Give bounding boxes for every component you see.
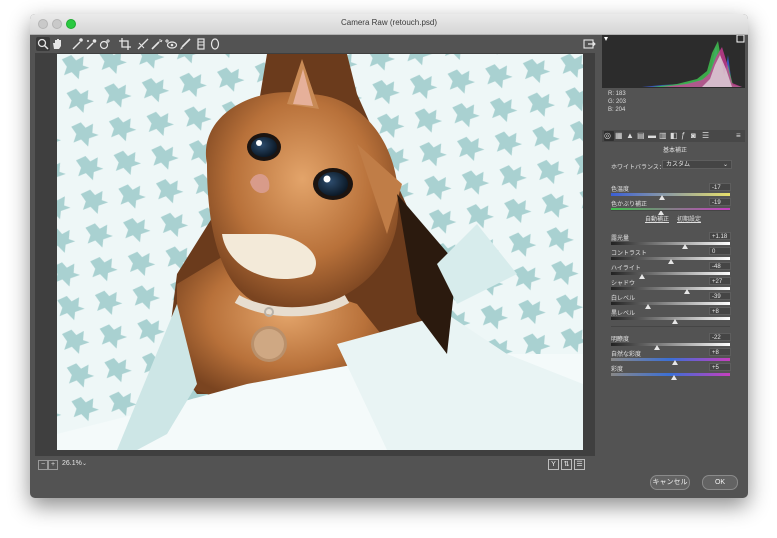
slider-thumb[interactable] [645,304,651,309]
default-link[interactable]: 初期設定 [677,214,701,223]
chevron-down-icon: ⌄ [722,162,728,168]
camera-raw-window: Camera Raw (retouch.psd) − + 26.1% ⌄ Y ⇅… [30,14,748,498]
tab-hsl-icon[interactable]: ▤ [637,131,645,141]
white-balance-select[interactable]: カスタム ⌄ [662,160,732,169]
before-after-button[interactable]: ⇅ [561,459,572,470]
tab-presets-icon[interactable]: ☰ [702,131,709,141]
slider-value-field[interactable]: -39 [709,292,731,300]
window-title: Camera Raw (retouch.psd) [340,18,438,27]
title-bar: Camera Raw (retouch.psd) [30,14,748,35]
view-settings-button[interactable]: ☰ [574,459,585,470]
adjustment-panel: R: 183 G: 203 B: 204 ◎ ▦ ▲ ▤ ▬ ▥ ◧ ƒ ◙ ☰… [602,34,748,467]
slider-track[interactable] [611,242,730,245]
histogram-b: B: 204 [608,107,626,113]
slider-label: 露光量 [611,236,630,242]
brush-icon[interactable] [178,37,192,51]
panel-divider [611,210,730,211]
slider-thumb[interactable] [684,289,690,294]
slider-thumb[interactable] [682,244,688,249]
tab-lens-icon[interactable]: ▥ [659,131,667,141]
panel-tabs: ◎ ▦ ▲ ▤ ▬ ▥ ◧ ƒ ◙ ☰ ≡ [602,130,745,142]
zoom-dropdown[interactable]: ⌄ [82,460,87,467]
zoom-level[interactable]: 26.1% [62,460,82,467]
color-sampler-icon[interactable] [84,37,98,51]
slider-value-field[interactable]: 0 [709,247,731,255]
slider-label: 白レベル [611,296,636,302]
tool-bar [30,35,605,53]
photo-preview [57,54,583,450]
tab-split-toning-icon[interactable]: ▬ [648,131,656,141]
panel-title: 基本補正 [662,148,687,154]
slider-label: 自然な彩度 [611,352,642,358]
slider-label: 黒レベル [611,311,636,317]
white-balance-icon[interactable] [70,37,84,51]
slider-label: シャドウ [611,281,636,287]
zoom-icon[interactable] [36,37,50,51]
slider-value-field[interactable]: -19 [709,198,731,206]
panel-divider [611,326,730,327]
slider-label: 色かぶり補正 [611,202,648,208]
slider-thumb[interactable] [668,259,674,264]
cancel-button[interactable]: キャンセル [650,475,690,490]
slider-value-field[interactable]: +5 [709,363,731,371]
export-icon[interactable] [582,37,596,51]
white-balance-label: ホワイトバランス： [611,165,665,171]
tab-tone-curve-icon[interactable]: ▦ [615,131,623,141]
radial-filter-icon[interactable] [208,37,222,51]
slider-thumb[interactable] [659,195,665,200]
spot-removal-icon[interactable] [150,37,164,51]
graduated-filter-icon[interactable] [194,37,208,51]
histogram-g: G: 203 [608,99,627,105]
slider-track[interactable] [611,287,730,290]
slider-track[interactable] [611,193,730,196]
slider-thumb[interactable] [672,360,678,365]
slider-label: 彩度 [611,367,624,373]
hand-icon[interactable] [50,37,64,51]
slider-track[interactable] [611,343,730,346]
slider-label: 明瞭度 [611,337,630,343]
tab-fx-icon[interactable]: ƒ [681,131,685,141]
slider-thumb[interactable] [671,375,677,380]
tab-basic-icon[interactable]: ◎ [604,131,614,141]
slider-label: コントラスト [611,251,647,257]
slider-thumb[interactable] [672,319,678,324]
ok-button[interactable]: OK [702,475,738,490]
slider-track[interactable] [611,358,730,361]
slider-track[interactable] [611,317,730,320]
straighten-icon[interactable] [136,37,150,51]
zoom-out-button[interactable]: − [38,460,48,470]
slider-thumb[interactable] [654,345,660,350]
slider-value-field[interactable]: -48 [709,262,731,270]
tab-camera-calibration-icon[interactable]: ◙ [691,131,696,141]
slider-thumb[interactable] [639,274,645,279]
tab-detail-icon[interactable]: ▲ [626,131,634,141]
slider-track[interactable] [611,302,730,305]
histogram [602,34,745,88]
auto-link[interactable]: 自動補正 [645,214,669,223]
zoom-in-button[interactable]: + [48,460,58,470]
slider-track[interactable] [611,272,730,275]
histogram-r: R: 183 [608,91,626,97]
preview-canvas[interactable] [35,53,595,456]
view-y-button[interactable]: Y [548,459,559,470]
slider-label: 色温度 [611,187,630,193]
red-eye-icon[interactable] [164,37,178,51]
slider-value-field[interactable]: +8 [709,348,731,356]
panel-menu-icon[interactable]: ≡ [736,131,741,141]
slider-value-field[interactable]: +27 [709,277,731,285]
crop-icon[interactable] [118,37,132,51]
tab-effects-icon[interactable]: ◧ [670,131,678,141]
slider-label: ハイライト [611,266,641,272]
white-balance-value: カスタム [666,162,691,168]
slider-value-field[interactable]: +8 [709,307,731,315]
status-bar: − + 26.1% ⌄ Y ⇅ ☰ [30,457,605,473]
slider-value-field[interactable]: +1.18 [709,232,731,240]
slider-value-field[interactable]: -22 [709,333,731,341]
slider-value-field[interactable]: -17 [709,183,731,191]
targeted-adjust-icon[interactable] [98,37,112,51]
